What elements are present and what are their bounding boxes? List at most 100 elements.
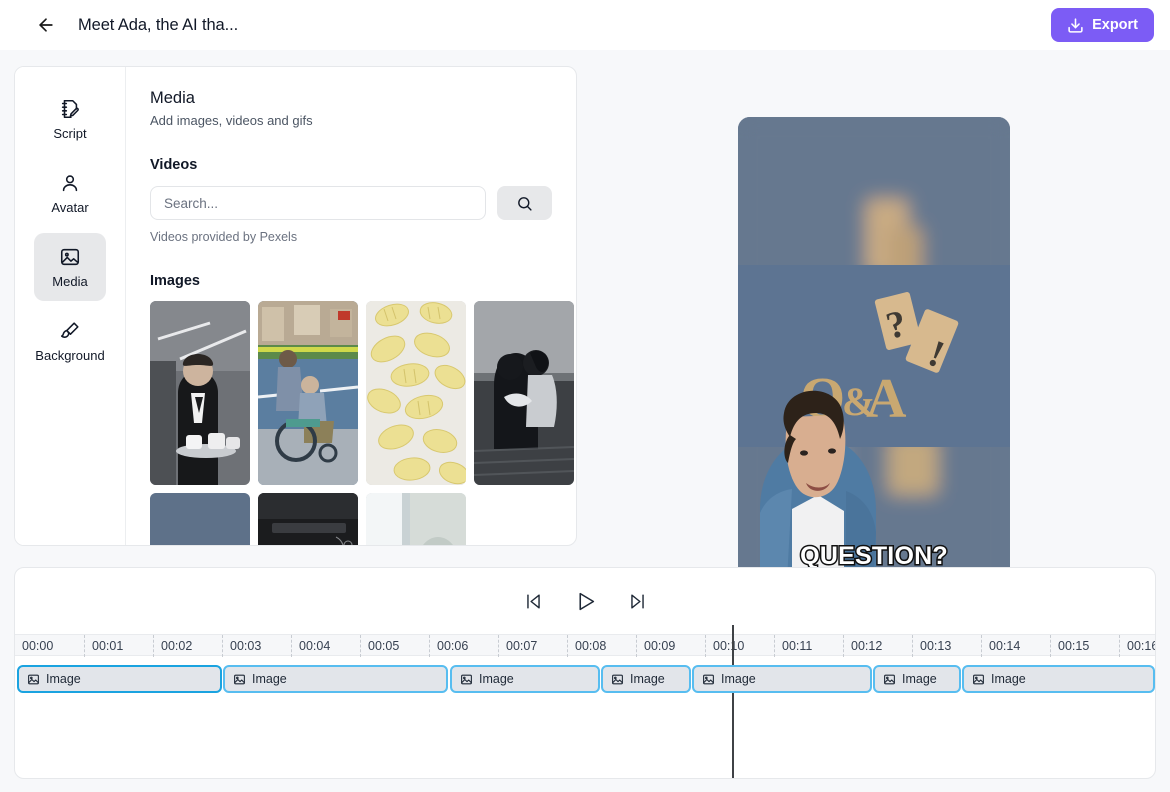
image-clip-icon-wrap bbox=[233, 673, 246, 686]
image-results-grid bbox=[150, 301, 574, 545]
skip-forward-icon bbox=[630, 593, 644, 609]
timeline-ruler[interactable]: 00:00 00:01 00:02 00:03 00:04 00:05 00:06 00:07… bbox=[15, 634, 1155, 657]
image-clip-icon bbox=[234, 674, 245, 684]
image-clip-icon-wrap bbox=[883, 673, 896, 686]
sidebar-item-label: Media bbox=[52, 273, 88, 289]
timeline-clip[interactable]: Image bbox=[223, 665, 448, 693]
paintbrush-icon bbox=[60, 321, 79, 338]
ruler-tick: 00:10 bbox=[705, 635, 744, 657]
editor-panel-card: Script Avatar Media Background Media Add… bbox=[14, 66, 577, 546]
sidebar-item-script[interactable]: Script bbox=[34, 85, 106, 153]
preview-scene: ? ! Q & A bbox=[738, 117, 1010, 598]
ruler-tick: 00:09 bbox=[636, 635, 675, 657]
ruler-tick: 00:01 bbox=[84, 635, 123, 657]
ruler-tick: 00:00 bbox=[22, 639, 54, 653]
ruler-tick: 00:04 bbox=[291, 635, 330, 657]
clip-label: Image bbox=[46, 672, 81, 686]
export-button[interactable]: Export bbox=[1051, 8, 1154, 42]
video-search-row bbox=[150, 186, 552, 220]
play-icon bbox=[578, 592, 594, 610]
image-thumbnail[interactable] bbox=[258, 493, 358, 545]
panel-title: Media bbox=[150, 89, 195, 107]
skip-back-icon bbox=[526, 593, 540, 609]
image-thumbnail[interactable] bbox=[366, 493, 466, 545]
play-button[interactable] bbox=[575, 591, 596, 612]
clip-label: Image bbox=[902, 672, 937, 686]
clip-label: Image bbox=[721, 672, 756, 686]
timeline-clip[interactable]: Image bbox=[962, 665, 1155, 693]
ruler-tick: 00:11 bbox=[774, 635, 812, 657]
skip-back-button[interactable] bbox=[524, 592, 543, 611]
arrow-left-icon bbox=[39, 18, 53, 32]
clip-label: Image bbox=[252, 672, 287, 686]
ruler-tick: 00:05 bbox=[360, 635, 399, 657]
skip-forward-button[interactable] bbox=[628, 592, 647, 611]
image-clip-icon bbox=[973, 674, 984, 684]
image-clip-icon bbox=[461, 674, 472, 684]
search-icon bbox=[518, 196, 532, 211]
thumb-art-waiter bbox=[150, 301, 250, 485]
media-panel: Media Add images, videos and gifs Videos… bbox=[126, 67, 576, 545]
timeline-clip[interactable]: Image bbox=[450, 665, 600, 693]
ruler-tick: 00:02 bbox=[153, 635, 192, 657]
pexels-attribution: Videos provided by Pexels bbox=[150, 230, 298, 244]
image-clip-icon bbox=[884, 674, 895, 684]
image-clip-icon bbox=[703, 674, 714, 684]
back-button[interactable] bbox=[30, 9, 62, 41]
page-title: Meet Ada, the AI tha... bbox=[78, 15, 239, 34]
image-clip-icon-wrap bbox=[611, 673, 624, 686]
sidebar-item-label: Script bbox=[53, 125, 87, 141]
videos-section-heading: Videos bbox=[150, 157, 198, 173]
clip-label: Image bbox=[630, 672, 665, 686]
image-thumbnail[interactable] bbox=[366, 301, 466, 485]
sidebar-item-background[interactable]: Background bbox=[34, 307, 106, 375]
thumb-art-chalkboard bbox=[258, 493, 358, 545]
download-icon bbox=[1068, 17, 1083, 33]
ruler-tick: 00:15 bbox=[1050, 635, 1089, 657]
person-icon bbox=[62, 174, 78, 191]
image-thumbnail[interactable] bbox=[474, 301, 574, 485]
sidebar-item-label: Background bbox=[35, 347, 105, 363]
images-section-heading: Images bbox=[150, 273, 200, 289]
timeline-clip[interactable]: Image bbox=[692, 665, 872, 693]
transport-controls bbox=[15, 568, 1155, 634]
image-clip-icon-wrap bbox=[27, 673, 40, 686]
ruler-tick: 00:06 bbox=[429, 635, 468, 657]
image-clip-icon-wrap bbox=[702, 673, 715, 686]
video-preview[interactable]: ? ! Q & A QUESTION? bbox=[738, 117, 1010, 598]
ruler-tick: 00:08 bbox=[567, 635, 606, 657]
timeline-track[interactable]: Image Image Image Image Image Image Image bbox=[15, 625, 1155, 778]
thumb-art-couple-water bbox=[474, 301, 574, 485]
ruler-tick: 00:12 bbox=[843, 635, 882, 657]
image-thumbnail[interactable] bbox=[258, 301, 358, 485]
timeline-card: 00:00 00:01 00:02 00:03 00:04 00:05 00:06 00:07… bbox=[14, 567, 1156, 779]
timeline-clip[interactable]: Image bbox=[17, 665, 222, 693]
image-thumbnail[interactable] bbox=[150, 301, 250, 485]
image-icon bbox=[60, 248, 80, 265]
image-clip-icon-wrap bbox=[460, 673, 473, 686]
ruler-tick: 00:03 bbox=[222, 635, 261, 657]
timeline-clip[interactable]: Image bbox=[873, 665, 961, 693]
sidebar-item-label: Avatar bbox=[51, 199, 89, 215]
thumb-art-bright-interior bbox=[366, 493, 466, 545]
workspace: Script Avatar Media Background Media Add… bbox=[0, 50, 1170, 598]
export-label: Export bbox=[1092, 17, 1138, 33]
image-clip-icon-wrap bbox=[972, 673, 985, 686]
timeline-clip[interactable]: Image bbox=[601, 665, 691, 693]
clip-label: Image bbox=[479, 672, 514, 686]
sidebar-item-media[interactable]: Media bbox=[34, 233, 106, 301]
thumb-art-blue-surface bbox=[150, 493, 250, 545]
search-input[interactable] bbox=[150, 186, 486, 220]
image-clip-icon bbox=[612, 674, 623, 684]
image-thumbnail[interactable] bbox=[150, 493, 250, 545]
tool-rail: Script Avatar Media Background bbox=[15, 67, 126, 545]
svg-text:A: A bbox=[866, 368, 907, 430]
top-bar: Meet Ada, the AI tha... Export bbox=[0, 0, 1170, 50]
ruler-tick: 00:07 bbox=[498, 635, 537, 657]
sidebar-item-avatar[interactable]: Avatar bbox=[34, 159, 106, 227]
script-edit-icon bbox=[61, 99, 79, 118]
ruler-tick: 00:14 bbox=[981, 635, 1020, 657]
search-button[interactable] bbox=[497, 186, 552, 220]
clip-label: Image bbox=[991, 672, 1026, 686]
ruler-tick: 00:13 bbox=[912, 635, 951, 657]
